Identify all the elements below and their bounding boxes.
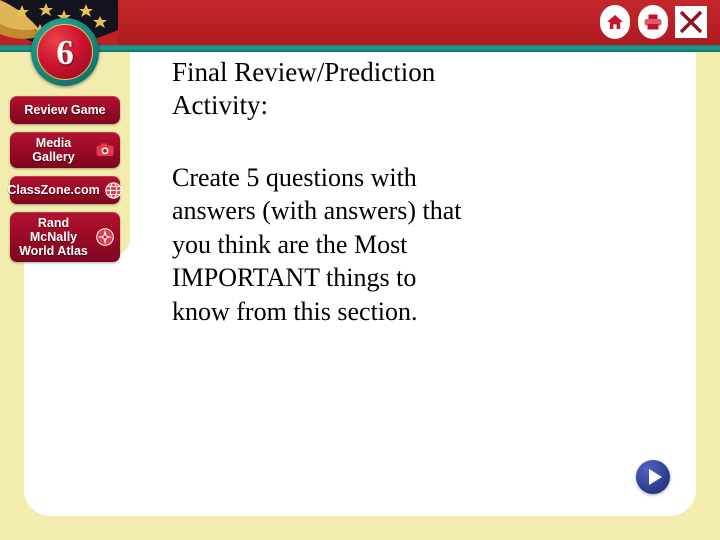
sidebar-item-label: ClassZone.com — [7, 183, 100, 197]
camera-icon — [96, 141, 114, 159]
sidebar-item-label: Media Gallery — [32, 136, 75, 164]
slide-viewer: Final Review/Prediction Activity: Create… — [0, 0, 720, 540]
sidebar-item-classzone[interactable]: ClassZone.com — [7, 176, 123, 204]
play-arrow-icon — [648, 469, 662, 485]
sidebar-item-media-gallery[interactable]: Media Gallery — [10, 132, 120, 168]
home-button[interactable] — [598, 5, 632, 39]
slide-text-block: Final Review/Prediction Activity: Create… — [172, 56, 512, 328]
close-button[interactable] — [674, 5, 708, 39]
chapter-number: 6 — [37, 24, 93, 80]
globe-icon — [105, 181, 123, 199]
print-icon — [638, 5, 668, 39]
sidebar-item-label: Review Game — [24, 103, 106, 117]
compass-rose-icon — [96, 228, 114, 246]
slide-body-text: Create 5 questions with answers (with an… — [172, 162, 462, 326]
sidebar-item-review-game[interactable]: Review Game — [10, 96, 120, 124]
next-slide-button[interactable] — [636, 460, 670, 494]
print-button[interactable] — [636, 5, 670, 39]
banner-divider — [0, 45, 720, 52]
slide-heading: Final Review/Prediction Activity: — [172, 57, 436, 121]
banner-controls — [598, 5, 708, 39]
chapter-medallion: 6 — [31, 18, 99, 86]
home-icon — [600, 5, 630, 39]
top-banner — [0, 0, 720, 45]
close-icon — [675, 6, 707, 38]
sidebar-item-label: Rand McNally World Atlas — [19, 216, 88, 258]
sidebar-item-rand-mcnally-world-atlas[interactable]: Rand McNally World Atlas — [10, 212, 120, 262]
